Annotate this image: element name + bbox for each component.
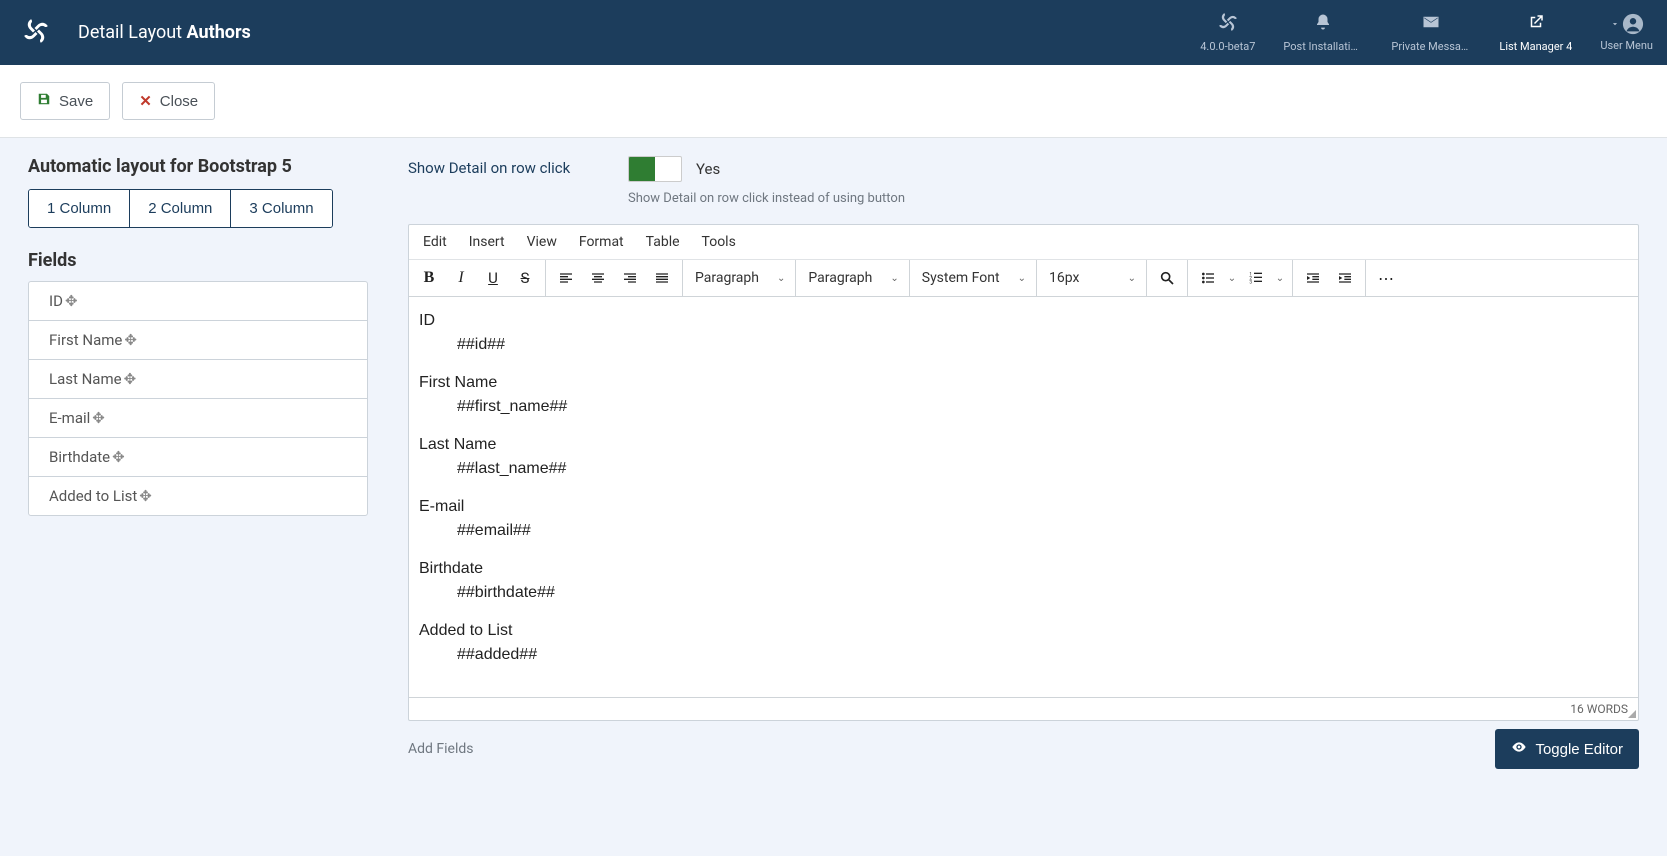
nav-list-manager[interactable]: List Manager 4 — [1485, 0, 1586, 65]
menu-format[interactable]: Format — [579, 234, 624, 250]
menu-table[interactable]: Table — [646, 234, 680, 250]
chevron-down-icon[interactable]: ⌄ — [1272, 260, 1288, 296]
underline-button[interactable]: U — [477, 260, 509, 296]
menu-tools[interactable]: Tools — [702, 234, 736, 250]
nav-post-install[interactable]: Post Installation ... — [1269, 0, 1377, 65]
italic-button[interactable]: I — [445, 260, 477, 296]
chevron-down-icon: ⌄ — [1128, 273, 1136, 284]
joomla-logo-icon[interactable] — [24, 19, 48, 47]
action-bar: Save ✕ Close — [0, 65, 1667, 138]
align-right-icon[interactable] — [614, 260, 646, 296]
editor-footer: Add Fields Toggle Editor — [408, 729, 1639, 769]
show-detail-help: Show Detail on row click instead of usin… — [628, 191, 1639, 206]
show-detail-label: Show Detail on row click — [408, 156, 628, 177]
close-icon: ✕ — [139, 92, 152, 110]
chevron-down-icon: ⌄ — [777, 273, 785, 284]
align-justify-icon[interactable] — [646, 260, 678, 296]
move-icon: ✥ — [124, 370, 137, 388]
save-icon — [37, 92, 51, 110]
fields-heading: Fields — [28, 250, 368, 271]
move-icon: ✥ — [112, 448, 125, 466]
field-item-first-name[interactable]: First Name✥ — [29, 321, 367, 360]
column-button-group: 1 Column 2 Column 3 Column — [28, 189, 333, 228]
chevron-down-icon: ⌄ — [1018, 273, 1026, 284]
numbered-list-icon[interactable]: 123 — [1240, 260, 1272, 296]
menu-edit[interactable]: Edit — [423, 234, 447, 250]
editor-toolbar: B I U S Paragraph⌄ Paragraph⌄ System Fon… — [409, 260, 1638, 297]
move-icon: ✥ — [124, 331, 137, 349]
field-item-id[interactable]: ID✥ — [29, 282, 367, 321]
nav-version[interactable]: 4.0.0-beta7 — [1186, 0, 1269, 65]
field-item-birthdate[interactable]: Birthdate✥ — [29, 438, 367, 477]
navbar-items: 4.0.0-beta7 Post Installation ... Privat… — [1186, 0, 1667, 65]
show-detail-toggle[interactable] — [628, 156, 682, 182]
font-select[interactable]: System Font⌄ — [910, 260, 1037, 296]
word-count: 16 WORDS — [1570, 702, 1628, 716]
align-left-icon[interactable] — [550, 260, 582, 296]
outdent-icon[interactable] — [1297, 260, 1329, 296]
close-button[interactable]: ✕ Close — [122, 82, 215, 120]
add-fields-label: Add Fields — [408, 741, 474, 757]
chevron-down-icon: ⌄ — [890, 273, 898, 284]
strikethrough-button[interactable]: S — [509, 260, 541, 296]
bullet-list-icon[interactable] — [1192, 260, 1224, 296]
user-icon — [1610, 13, 1644, 35]
editor-statusbar: 16 WORDS — [409, 697, 1638, 720]
editor-body[interactable]: ID##id## First Name##first_name## Last N… — [409, 297, 1638, 697]
content-area: Automatic layout for Bootstrap 5 1 Colum… — [0, 138, 1667, 787]
envelope-icon — [1422, 13, 1440, 36]
bell-icon — [1314, 13, 1332, 36]
field-item-last-name[interactable]: Last Name✥ — [29, 360, 367, 399]
layout-heading: Automatic layout for Bootstrap 5 — [28, 156, 368, 177]
search-icon[interactable] — [1151, 260, 1183, 296]
menu-insert[interactable]: Insert — [469, 234, 505, 250]
editor-container: Edit Insert View Format Table Tools B I … — [408, 224, 1639, 721]
move-icon: ✥ — [139, 487, 152, 505]
field-item-email[interactable]: E-mail✥ — [29, 399, 367, 438]
fontsize-select[interactable]: 16px⌄ — [1037, 260, 1147, 296]
paragraph-select-1[interactable]: Paragraph⌄ — [683, 260, 796, 296]
page-title: Detail Layout Authors — [78, 22, 251, 43]
joomla-icon — [1219, 13, 1237, 36]
navbar-brand: Detail Layout Authors — [0, 19, 275, 47]
column-2-button[interactable]: 2 Column — [130, 190, 231, 227]
eye-icon — [1511, 739, 1527, 759]
nav-user-menu[interactable]: User Menu — [1586, 0, 1667, 65]
move-icon: ✥ — [92, 409, 105, 427]
sidebar: Automatic layout for Bootstrap 5 1 Colum… — [28, 156, 368, 769]
more-icon[interactable]: ⋯ — [1366, 260, 1406, 296]
main-panel: Show Detail on row click Yes Show Detail… — [408, 156, 1639, 769]
top-navbar: Detail Layout Authors 4.0.0-beta7 Post I… — [0, 0, 1667, 65]
fields-list: ID✥ First Name✥ Last Name✥ E-mail✥ Birth… — [28, 281, 368, 516]
move-icon: ✥ — [65, 292, 78, 310]
external-link-icon — [1527, 13, 1545, 36]
show-detail-row: Show Detail on row click Yes Show Detail… — [408, 156, 1639, 206]
column-1-button[interactable]: 1 Column — [29, 190, 130, 227]
indent-icon[interactable] — [1329, 260, 1361, 296]
align-center-icon[interactable] — [582, 260, 614, 296]
toggle-editor-button[interactable]: Toggle Editor — [1495, 729, 1639, 769]
bold-button[interactable]: B — [413, 260, 445, 296]
svg-text:3: 3 — [1249, 279, 1252, 285]
column-3-button[interactable]: 3 Column — [231, 190, 331, 227]
editor-menubar: Edit Insert View Format Table Tools — [409, 225, 1638, 260]
menu-view[interactable]: View — [527, 234, 557, 250]
paragraph-select-2[interactable]: Paragraph⌄ — [796, 260, 909, 296]
show-detail-switcher: Yes — [628, 156, 720, 182]
show-detail-value: Yes — [696, 160, 720, 178]
field-item-added[interactable]: Added to List✥ — [29, 477, 367, 515]
save-button[interactable]: Save — [20, 82, 110, 120]
chevron-down-icon[interactable]: ⌄ — [1224, 260, 1240, 296]
nav-private-messages[interactable]: Private Messages — [1377, 0, 1485, 65]
